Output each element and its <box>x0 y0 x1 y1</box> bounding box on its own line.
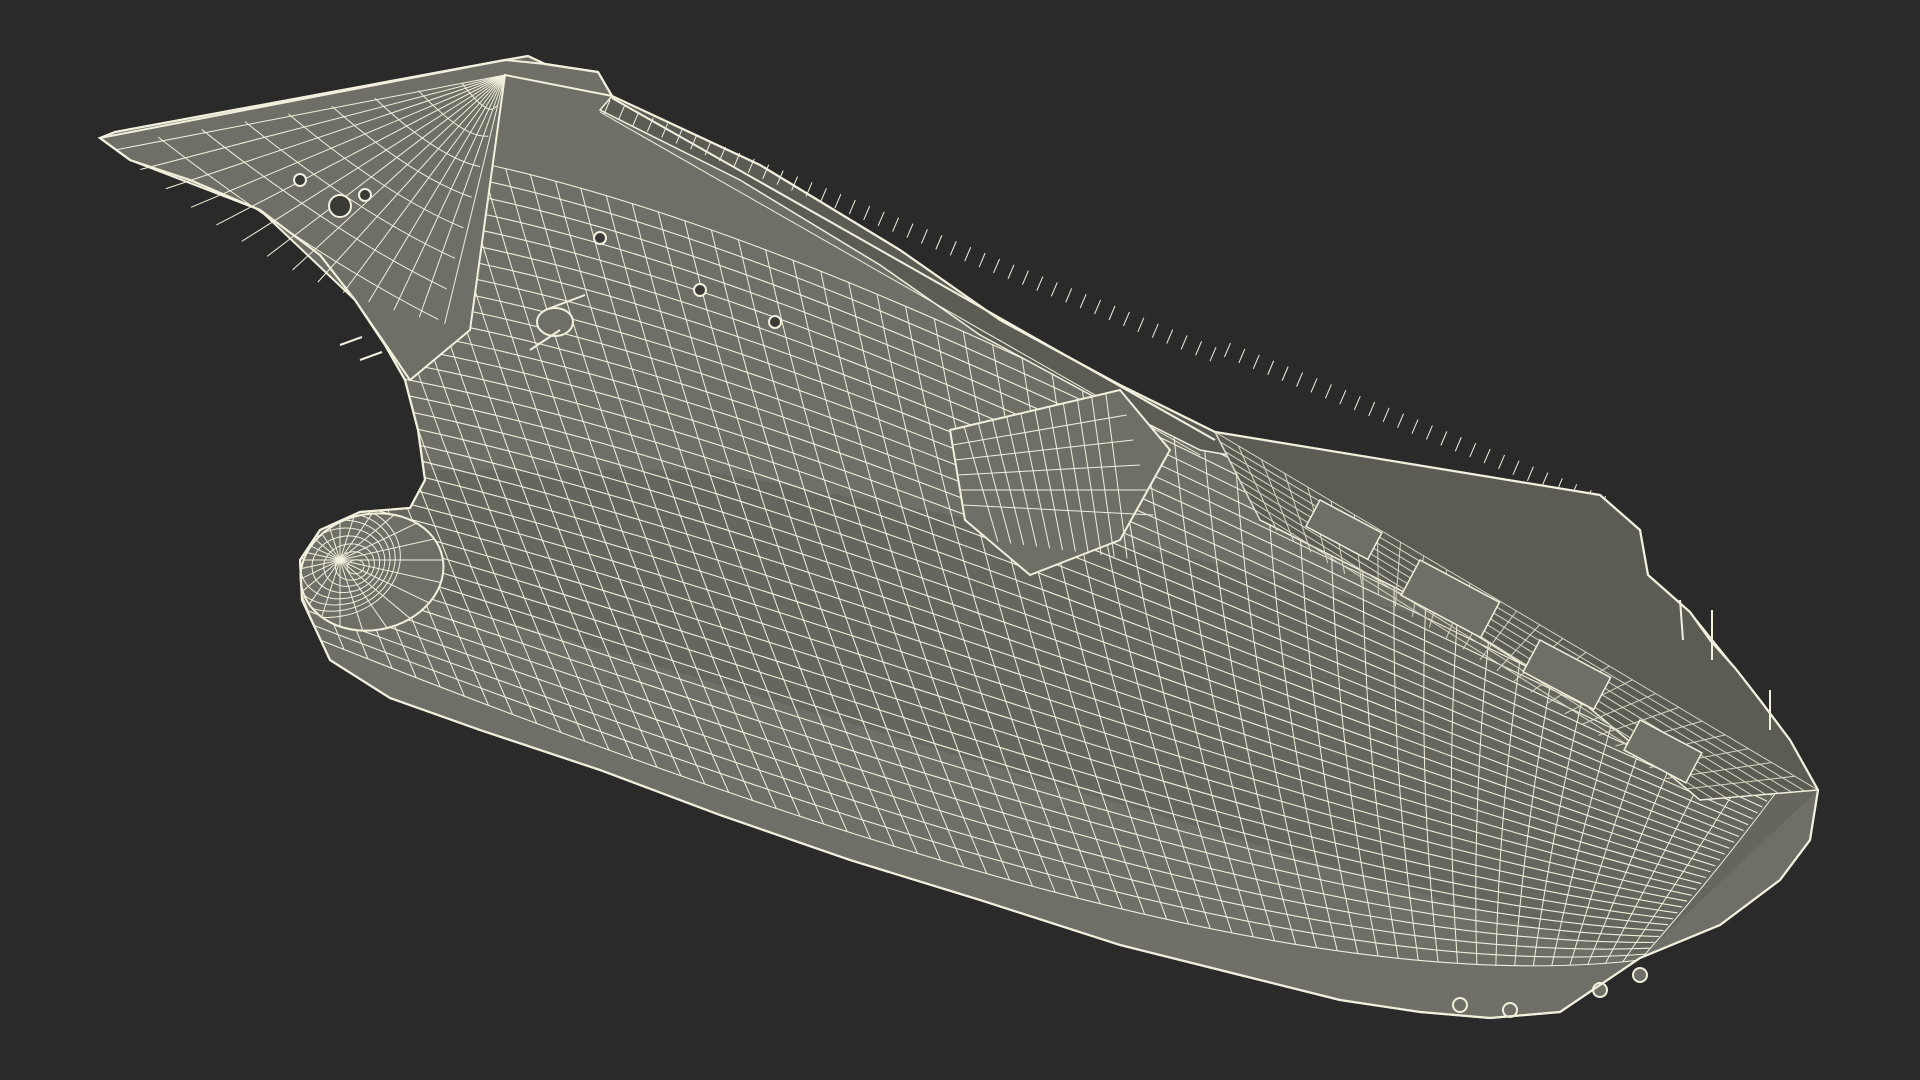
carrier-wireframe-model <box>97 54 1820 1020</box>
render-viewport <box>0 0 1920 1080</box>
